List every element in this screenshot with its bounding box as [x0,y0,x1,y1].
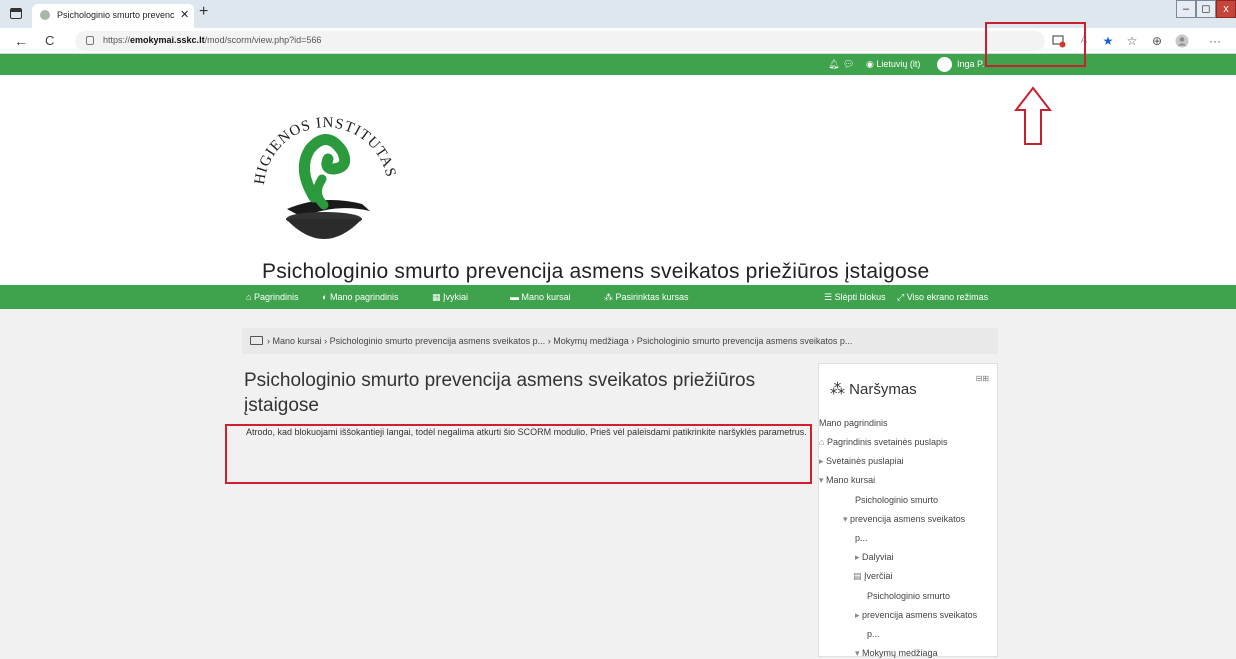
globe-icon: ◉ [866,59,874,69]
nav-item-sub-line1[interactable]: Psichologinio smurto [867,591,950,601]
favorites-list-icon[interactable]: ☆ [1125,34,1139,48]
reload-icon[interactable]: C [45,33,54,48]
close-window-button[interactable]: x [1216,0,1236,18]
nav-events[interactable]: ▦ Įvykiai [432,292,468,303]
language-menu[interactable]: ◉ Lietuvių (lt) [866,59,920,70]
breadcrumb-my-courses[interactable]: Mano kursai [273,336,322,346]
nav-item-materials[interactable]: ▾ Mokymų medžiaga [855,648,938,659]
higienos-institutas-logo[interactable]: HIGIENOS INSTITUTAS [242,99,402,249]
breadcrumb-course[interactable]: Psichologinio smurto prevencija asmens s… [330,336,546,346]
home-icon: ⌂ [246,292,252,302]
grades-table-icon: ▤ [853,571,862,581]
messages-icon[interactable]: 💬︎ [843,59,854,70]
url-text: https://emokymai.sskc.lt/mod/scorm/view.… [103,35,322,45]
lock-icon [86,36,94,45]
nav-item-sub-line3[interactable]: p... [867,629,880,639]
browser-tab[interactable]: Psichologinio smurto prevencija ✕ [32,4,194,28]
message-highlight-box [225,424,812,484]
popup-icon-highlight-box [985,22,1086,67]
breadcrumb-materials[interactable]: Mokymų medžiaga [553,336,629,346]
nav-home[interactable]: ⌂ Pagrindinis [246,292,298,302]
sitemap-icon: ⁂ [604,292,613,302]
calendar-icon: ▦ [432,292,441,302]
folder-icon [250,336,263,345]
site-title: Psichologinio smurto prevencija asmens s… [262,260,930,283]
tab-title: Psichologinio smurto prevencija [57,10,175,20]
nav-item-site-pages[interactable]: ▸ Svetainės puslapiai [819,456,904,467]
breadcrumb-current[interactable]: Psichologinio smurto prevencija asmens s… [637,336,853,346]
favicon-icon [40,10,50,20]
dashboard-icon: ◐ [322,292,328,302]
fullscreen-button[interactable]: ⤢ Viso ekrano režimas [897,292,988,303]
hide-blocks-button[interactable]: ☰ Slėpti blokus [824,292,886,303]
nav-my-courses[interactable]: ▬ Mano kursai [510,292,571,302]
profile-icon[interactable] [1175,34,1189,48]
nav-item-grades[interactable]: ▤ Įverčiai [853,571,893,582]
expand-arrow-icon: ▸ [819,456,824,466]
user-menu[interactable]: Inga P. [957,59,984,69]
expand-icon: ⤢ [897,292,905,302]
close-tab-icon[interactable]: ✕ [180,8,189,21]
favorite-star-icon[interactable]: ★ [1101,34,1115,48]
block-title: ⁂ Naršymas [830,381,917,398]
nav-item-participants[interactable]: ▸ Dalyviai [855,552,894,563]
collapse-arrow-icon: ▾ [843,514,848,524]
breadcrumb: › Mano kursai › Psichologinio smurto pre… [242,328,998,354]
courses-icon: ▬ [510,292,519,302]
url-bar[interactable]: https://emokymai.sskc.lt/mod/scorm/view.… [75,31,1045,51]
nav-item-dashboard[interactable]: Mano pagrindinis [819,418,888,428]
svg-text:HIGIENOS INSTITUTAS: HIGIENOS INSTITUTAS [252,115,399,186]
expand-arrow-icon: ▸ [855,552,860,562]
notifications-bell-icon[interactable]: 🔔︎ [828,59,839,70]
block-controls[interactable]: ⊟⊞ [976,374,989,383]
nav-item-my-courses[interactable]: ▾ Mano kursai [819,475,875,486]
nav-item-site-home[interactable]: ⌂ Pagrindinis svetainės puslapis [819,437,948,447]
navigation-block: ⁂ Naršymas ⊟⊞ Mano pagrindinis ⌂ Pagrind… [818,363,998,659]
more-menu-icon[interactable]: ··· [1208,34,1222,48]
home-icon: ⌂ [819,437,825,447]
tab-actions-icon[interactable] [10,8,22,19]
nav-dashboard[interactable]: ◐ Mano pagrindinis [322,292,399,302]
page-title: Psichologinio smurto prevencija asmens s… [244,370,756,416]
window-controls: ‒ ◻ x [1176,0,1236,18]
expand-arrow-icon: ▸ [855,610,860,620]
collections-icon[interactable]: ⊕ [1150,34,1164,48]
back-icon[interactable]: ← [14,33,28,49]
collapse-arrow-icon: ▾ [819,475,824,485]
up-arrow-annotation [1014,86,1052,145]
minimize-button[interactable]: ‒ [1176,0,1196,18]
main-nav: ⌂ Pagrindinis ◐ Mano pagrindinis ▦ Įvyki… [0,285,1236,309]
avatar[interactable] [937,57,952,72]
new-tab-button[interactable]: + [199,3,208,21]
nav-item-course-line1[interactable]: Psichologinio smurto [855,495,938,505]
nav-selected-course[interactable]: ⁂ Pasirinktas kursas [604,292,689,303]
maximize-button[interactable]: ◻ [1196,0,1216,18]
nav-item-sub-course[interactable]: ▸ prevencija asmens sveikatos [855,610,977,621]
nav-item-course-line3[interactable]: p... [855,533,868,543]
sitemap-icon: ⁂ [830,381,845,398]
nav-item-course[interactable]: ▾ prevencija asmens sveikatos [843,514,965,525]
hide-blocks-icon: ☰ [824,292,833,302]
